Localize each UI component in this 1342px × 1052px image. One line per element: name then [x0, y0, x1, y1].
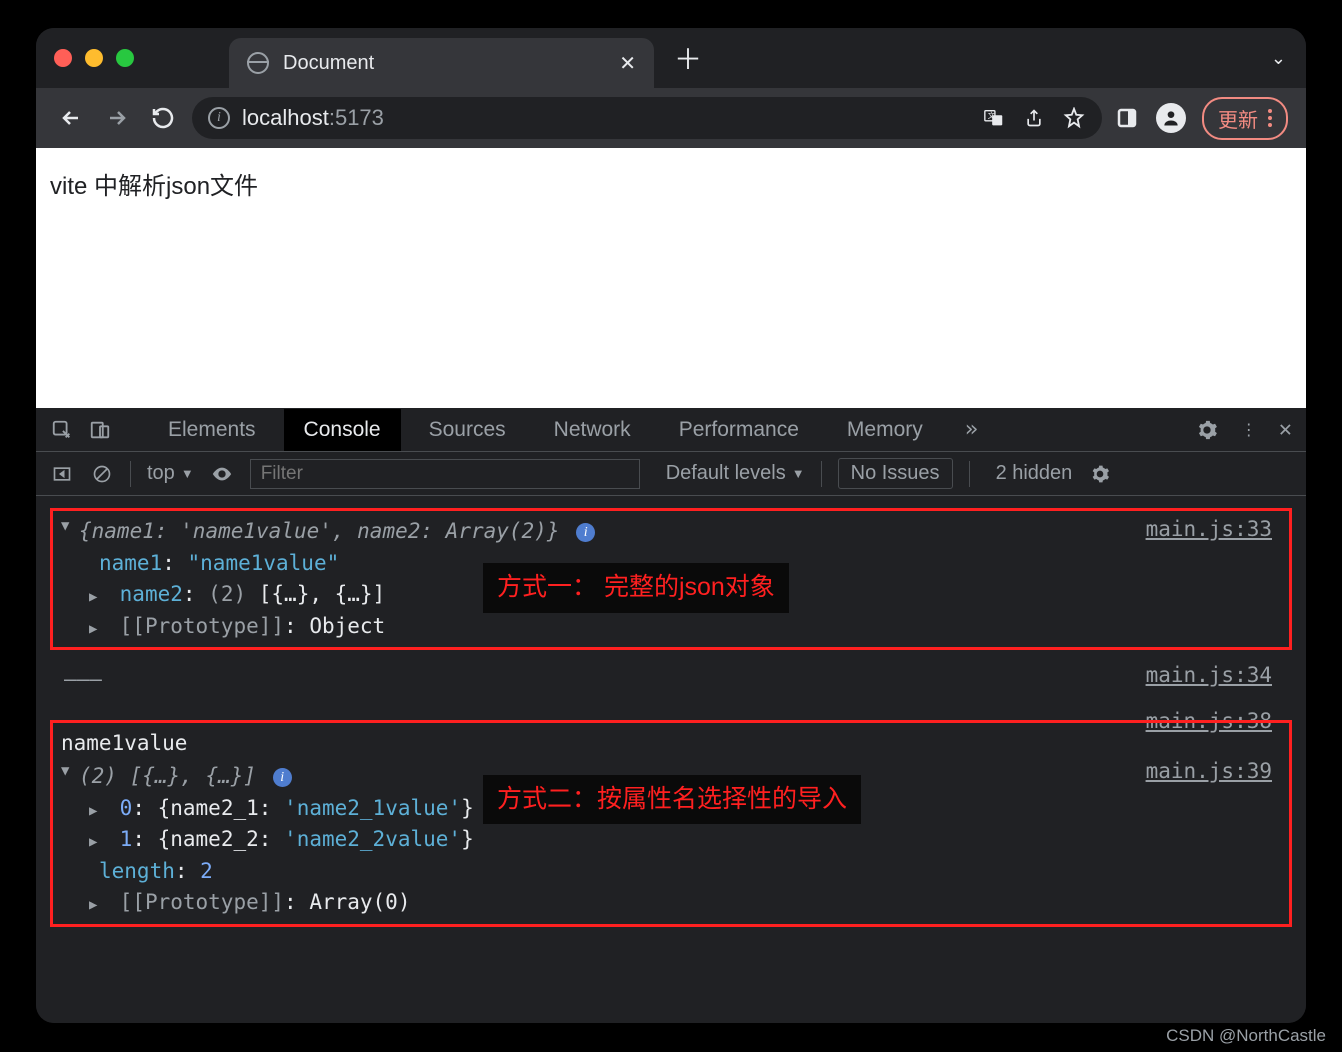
toggle-sidebar-icon[interactable]: [50, 462, 74, 486]
expand-toggle[interactable]: [89, 895, 103, 916]
watermark: CSDN @NorthCastle: [1166, 1026, 1326, 1046]
update-button[interactable]: 更新: [1202, 97, 1288, 140]
devtools-tab-strip: Elements Console Sources Network Perform…: [36, 408, 1306, 452]
window-menu-chevron-icon[interactable]: ⌄: [1271, 48, 1286, 69]
console-toolbar: top▼ Default levels▼ No Issues 2 hidden: [36, 452, 1306, 496]
close-tab-button[interactable]: ✕: [619, 51, 636, 76]
minimize-window-button[interactable]: [85, 49, 103, 67]
expand-toggle[interactable]: [89, 832, 103, 853]
filter-input[interactable]: [250, 459, 640, 489]
log-levels-selector[interactable]: Default levels▼: [666, 462, 805, 485]
expand-toggle[interactable]: [61, 516, 75, 537]
source-link[interactable]: main.js:34: [1146, 660, 1272, 692]
clear-console-icon[interactable]: [90, 462, 114, 486]
live-expression-eye-icon[interactable]: [210, 462, 234, 486]
traffic-lights: [54, 49, 134, 67]
context-selector[interactable]: top▼: [147, 462, 194, 485]
log-value: name1value: [61, 728, 1281, 762]
tab-network[interactable]: Network: [534, 409, 651, 451]
page-heading: vite 中解析json文件: [50, 166, 1292, 201]
back-button[interactable]: [54, 101, 88, 135]
globe-icon: [247, 52, 269, 74]
page-viewport: vite 中解析json文件: [36, 148, 1306, 408]
expand-toggle[interactable]: [89, 587, 103, 608]
devtools-panel: Elements Console Sources Network Perform…: [36, 408, 1306, 1023]
address-bar[interactable]: i localhost:5173 文: [192, 97, 1102, 139]
tab-strip: Document ✕ ＋ ⌄: [36, 28, 1306, 88]
kebab-menu-icon: [1268, 109, 1272, 127]
bookmark-star-icon[interactable]: [1062, 106, 1086, 130]
kebab-menu-icon[interactable]: ⋮: [1237, 418, 1261, 442]
browser-toolbar: i localhost:5173 文: [36, 88, 1306, 148]
extensions-icon[interactable]: [1114, 105, 1140, 131]
annotation-label-1: 方式一： 完整的json对象: [483, 563, 789, 613]
settings-gear-icon[interactable]: [1195, 418, 1219, 442]
new-tab-button[interactable]: ＋: [674, 38, 702, 78]
tabs-overflow-button[interactable]: »: [951, 417, 992, 442]
reload-button[interactable]: [146, 101, 180, 135]
tab-title: Document: [283, 52, 605, 75]
browser-window: Document ✕ ＋ ⌄ i localhost:5173 文: [36, 28, 1306, 1023]
annotation-box-2: 方式二：按属性名选择性的导入 name1value (2) [{…}, {…}]…: [50, 720, 1292, 927]
tab-memory[interactable]: Memory: [827, 409, 943, 451]
expand-toggle[interactable]: [89, 619, 103, 640]
expand-toggle[interactable]: [61, 761, 75, 782]
info-icon[interactable]: i: [576, 523, 595, 542]
translate-icon[interactable]: 文: [982, 106, 1006, 130]
annotation-box-1: 方式一： 完整的json对象 {name1: 'name1value', nam…: [50, 508, 1292, 650]
profile-avatar[interactable]: [1156, 103, 1186, 133]
tab-sources[interactable]: Sources: [409, 409, 526, 451]
console-output: main.js:33 方式一： 完整的json对象 {name1: 'name1…: [36, 496, 1306, 1023]
site-info-icon[interactable]: i: [208, 107, 230, 129]
forward-button[interactable]: [100, 101, 134, 135]
maximize-window-button[interactable]: [116, 49, 134, 67]
browser-tab[interactable]: Document ✕: [229, 38, 654, 88]
annotation-label-2: 方式二：按属性名选择性的导入: [483, 775, 861, 825]
tab-performance[interactable]: Performance: [659, 409, 819, 451]
tab-console[interactable]: Console: [284, 409, 401, 451]
issues-button[interactable]: No Issues: [838, 458, 953, 489]
expand-toggle[interactable]: [89, 801, 103, 822]
close-window-button[interactable]: [54, 49, 72, 67]
tab-elements[interactable]: Elements: [148, 409, 276, 451]
info-icon[interactable]: i: [273, 768, 292, 787]
share-icon[interactable]: [1022, 106, 1046, 130]
hidden-count: 2 hidden: [996, 462, 1073, 485]
url-text: localhost:5173: [242, 105, 384, 131]
close-devtools-button[interactable]: ✕: [1279, 417, 1292, 442]
svg-text:文: 文: [988, 111, 996, 120]
inspect-element-icon[interactable]: [50, 418, 74, 442]
log-separator: ———: [50, 664, 1292, 696]
console-settings-gear-icon[interactable]: [1088, 462, 1112, 486]
device-toolbar-icon[interactable]: [88, 418, 112, 442]
update-label: 更新: [1218, 104, 1258, 133]
